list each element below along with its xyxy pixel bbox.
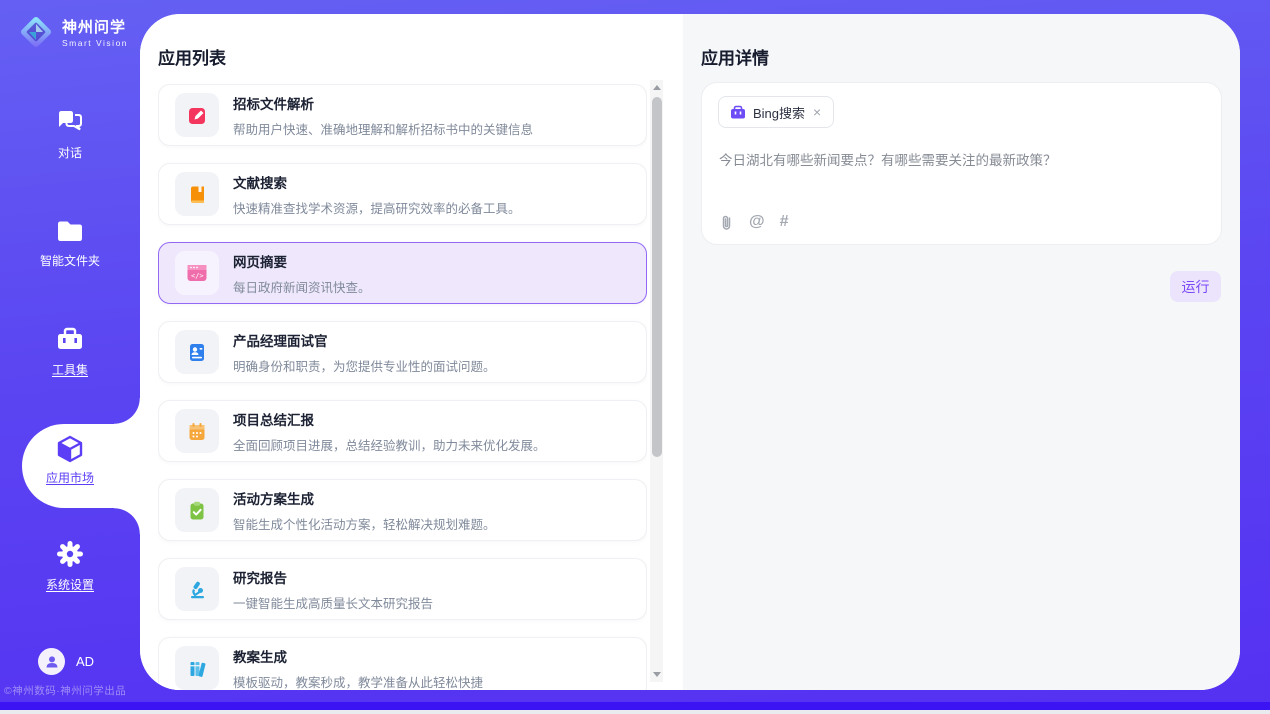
scroll-up-arrow-icon[interactable] (650, 80, 663, 95)
app-desc: 帮助用户快速、准确地理解和解析招标书中的关键信息 (233, 119, 533, 138)
app-name: 活动方案生成 (233, 488, 496, 508)
sidebar-footer-text: ©神州数码·神州问学出品 (4, 683, 140, 698)
input-toolbar: @ # (719, 213, 789, 231)
sidebar-item-label: 工具集 (0, 361, 140, 378)
app-card-lesson-plan[interactable]: 教案生成 模板驱动，教案秒成，教学准备从此轻松快捷 (158, 637, 647, 690)
app-desc: 智能生成个性化活动方案，轻松解决规划难题。 (233, 514, 496, 533)
briefcase-icon (730, 105, 746, 120)
avatar (38, 648, 65, 675)
calendar-icon (175, 409, 219, 453)
app-desc: 一键智能生成高质量长文本研究报告 (233, 593, 433, 612)
microscope-icon (175, 567, 219, 611)
app-list-scrollbar[interactable] (650, 80, 663, 682)
app-desc: 模板驱动，教案秒成，教学准备从此轻松快捷 (233, 672, 483, 691)
chat-icon (55, 108, 85, 136)
svg-text:</>: </> (191, 272, 204, 280)
books-icon (175, 646, 219, 690)
app-detail-title: 应用详情 (701, 44, 769, 69)
app-name: 产品经理面试官 (233, 330, 496, 350)
app-desc: 每日政府新闻资讯快查。 (233, 277, 371, 296)
sidebar-item-label: 智能文件夹 (0, 252, 140, 269)
cube-icon (55, 434, 85, 464)
app-card-bid-analysis[interactable]: 招标文件解析 帮助用户快速、准确地理解和解析招标书中的关键信息 (158, 84, 647, 146)
app-card-research-report[interactable]: 研究报告 一键智能生成高质量长文本研究报告 (158, 558, 647, 620)
app-name: 项目总结汇报 (233, 409, 546, 429)
app-name: 教案生成 (233, 646, 483, 666)
gear-icon (56, 540, 84, 568)
bottom-accent-bar (0, 702, 1270, 710)
sidebar-item-chat[interactable]: 对话 (0, 108, 140, 161)
app-desc: 快速精准查找学术资源，提高研究效率的必备工具。 (233, 198, 521, 217)
webpage-code-icon: </> (175, 251, 219, 295)
brand-logo: 神州问学 Smart Vision (18, 14, 128, 50)
sidebar-item-settings[interactable]: 系统设置 (0, 540, 140, 593)
app-list-panel: 应用列表 招标文件解析 帮助用户快速、准确地理解和解析招标书中的关键信息 (140, 14, 683, 690)
sidebar-item-app-market[interactable]: 应用市场 (0, 434, 140, 486)
book-icon (175, 172, 219, 216)
content-area: 应用列表 招标文件解析 帮助用户快速、准确地理解和解析招标书中的关键信息 (140, 14, 1240, 690)
sidebar-item-toolbox[interactable]: 工具集 (0, 326, 140, 378)
prompt-card: Bing搜索 × 今日湖北有哪些新闻要点？有哪些需要关注的最新政策？ @ # (701, 82, 1222, 245)
app-card-project-summary[interactable]: 项目总结汇报 全面回顾项目进展，总结经验教训，助力未来优化发展。 (158, 400, 647, 462)
scrollbar-thumb[interactable] (652, 97, 662, 457)
bubble-notch-bottom (114, 508, 140, 534)
brand-subtitle: Smart Vision (62, 38, 128, 48)
sidebar: 神州问学 Smart Vision 对话 智能文件夹 (0, 0, 140, 702)
user-icon (44, 654, 60, 670)
app-frame: 神州问学 Smart Vision 对话 智能文件夹 (0, 0, 1270, 702)
app-card-pm-interviewer[interactable]: 产品经理面试官 明确身份和职责，为您提供专业性的面试问题。 (158, 321, 647, 383)
app-desc: 全面回顾项目进展，总结经验教训，助力未来优化发展。 (233, 435, 546, 454)
attachment-icon[interactable] (719, 214, 734, 231)
close-icon[interactable]: × (812, 105, 822, 119)
scroll-down-arrow-icon[interactable] (650, 667, 663, 682)
run-button[interactable]: 运行 (1170, 271, 1221, 302)
diamond-logo-icon (18, 14, 54, 50)
edit-document-icon (175, 93, 219, 137)
app-name: 招标文件解析 (233, 93, 533, 113)
toolbox-icon (55, 326, 85, 353)
app-name: 文献搜索 (233, 172, 521, 192)
mention-icon[interactable]: @ (749, 213, 765, 231)
hashtag-icon[interactable]: # (780, 213, 789, 231)
app-list: 招标文件解析 帮助用户快速、准确地理解和解析招标书中的关键信息 文献搜索 (158, 84, 647, 690)
sidebar-item-label: 对话 (0, 144, 140, 161)
app-list-title: 应用列表 (158, 44, 226, 69)
query-input[interactable]: 今日湖北有哪些新闻要点？有哪些需要关注的最新政策？ (719, 149, 1204, 169)
brand-name: 神州问学 (62, 16, 128, 37)
app-name: 网页摘要 (233, 251, 371, 271)
resume-icon (175, 330, 219, 374)
app-card-web-summary[interactable]: </> 网页摘要 每日政府新闻资讯快查。 (158, 242, 647, 304)
app-card-event-plan[interactable]: 活动方案生成 智能生成个性化活动方案，轻松解决规划难题。 (158, 479, 647, 541)
sidebar-item-label: 应用市场 (0, 469, 140, 486)
tool-tag-bing-search[interactable]: Bing搜索 × (718, 96, 834, 128)
app-detail-panel: 应用详情 Bing搜索 × 今日湖北有哪些新闻要点？有哪些需要关注的最新政策？ (683, 14, 1240, 690)
clipboard-check-icon (175, 488, 219, 532)
sidebar-item-label: 系统设置 (0, 576, 140, 593)
app-card-literature-search[interactable]: 文献搜索 快速精准查找学术资源，提高研究效率的必备工具。 (158, 163, 647, 225)
user-account[interactable]: AD (38, 648, 94, 675)
bubble-notch-top (114, 398, 140, 424)
folder-icon (55, 218, 85, 244)
brand-text: 神州问学 Smart Vision (62, 16, 128, 48)
sidebar-item-smart-folder[interactable]: 智能文件夹 (0, 218, 140, 269)
tool-tag-label: Bing搜索 (753, 103, 805, 122)
app-desc: 明确身份和职责，为您提供专业性的面试问题。 (233, 356, 496, 375)
app-name: 研究报告 (233, 567, 433, 587)
user-name: AD (76, 654, 94, 669)
